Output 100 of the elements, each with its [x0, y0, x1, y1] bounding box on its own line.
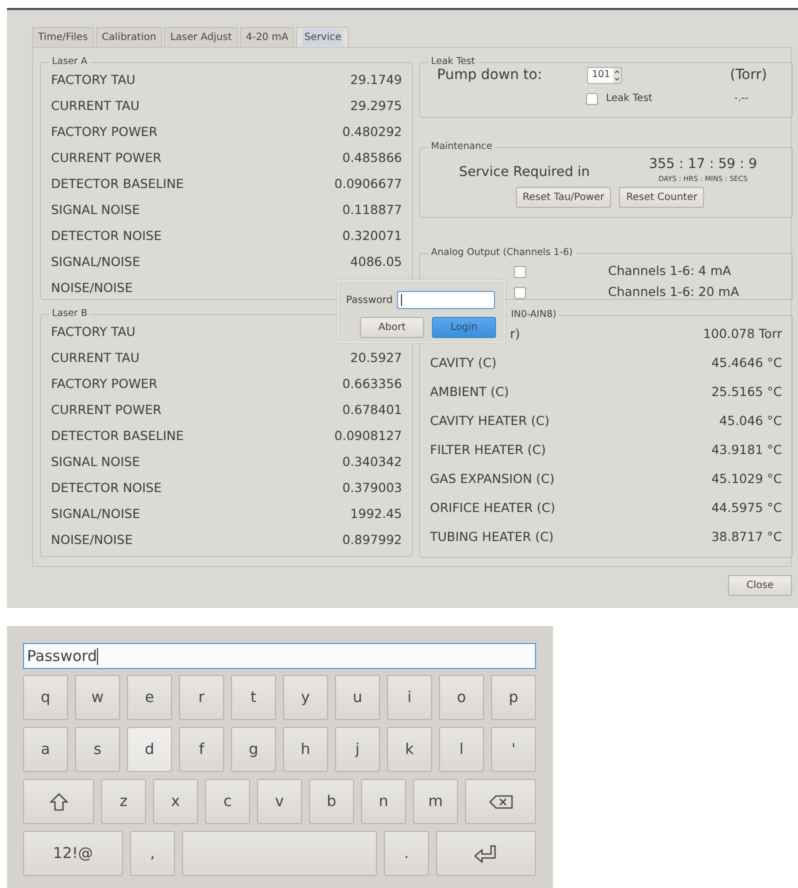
row-value: 0.663356	[342, 374, 402, 393]
key[interactable]: s	[75, 727, 120, 772]
key[interactable]: d	[127, 727, 172, 772]
row-value: 38.8717 °C	[711, 528, 782, 546]
row-value: 0.118877	[342, 200, 402, 219]
dialog-button[interactable]: Abort	[360, 317, 424, 338]
password-label: Password	[346, 294, 393, 308]
key[interactable]: p	[491, 675, 536, 720]
enter-icon	[474, 844, 498, 862]
row-label: AMBIENT (C)	[430, 383, 509, 402]
row-label: CURRENT POWER	[51, 400, 162, 419]
row-value: 44.5975 °C	[711, 499, 782, 518]
reset-button[interactable]: Reset Counter	[619, 186, 704, 208]
key[interactable]	[465, 779, 536, 824]
checkbox[interactable]	[514, 266, 526, 278]
row-label: FACTORY TAU	[51, 70, 136, 89]
option-label: Channels 1-6: 4 mA	[608, 262, 732, 280]
row-value: 0.897992	[342, 530, 402, 549]
row-label: CAVITY HEATER (C)	[430, 412, 550, 430]
row-value: 45.1029 °C	[711, 470, 782, 488]
key[interactable]: j	[335, 727, 380, 772]
backspace-icon	[488, 794, 512, 808]
key[interactable]: ,	[130, 831, 175, 876]
row-value: 4086.05	[350, 252, 402, 271]
row-label: DETECTOR NOISE	[51, 478, 162, 497]
row-value: 0.485866	[342, 148, 402, 167]
row-label: NOISE/NOISE	[51, 530, 133, 549]
key[interactable]: n	[361, 779, 406, 824]
space-key[interactable]	[182, 831, 377, 876]
row-value: 0.340342	[342, 452, 402, 471]
row-label: SIGNAL/NOISE	[51, 504, 140, 523]
unit-label: (Torr)	[730, 66, 767, 84]
row-label: SIGNAL NOISE	[51, 452, 140, 471]
row-label: TUBING HEATER (C)	[430, 528, 554, 546]
row-label: SIGNAL NOISE	[51, 200, 140, 219]
row-value: 0.678401	[342, 400, 402, 419]
key[interactable]: g	[231, 727, 276, 772]
key[interactable]: o	[439, 675, 484, 720]
row-label: DETECTOR BASELINE	[51, 426, 184, 445]
key[interactable]: k	[387, 727, 432, 772]
key[interactable]: m	[413, 779, 458, 824]
maintenance-label: Service Required in	[459, 163, 591, 182]
key[interactable]: a	[23, 727, 68, 772]
row-value: 1992.45	[350, 504, 402, 523]
row-value: 100.078 Torr	[703, 325, 782, 344]
row-value: 45.4646 °C	[711, 354, 782, 372]
key[interactable]: .	[384, 831, 429, 876]
tab[interactable]: Laser Adjust	[164, 27, 238, 47]
key[interactable]: x	[153, 779, 198, 824]
row-label: SIGNAL/NOISE	[51, 252, 140, 271]
row-label: CURRENT TAU	[51, 96, 140, 115]
key[interactable]: e	[127, 675, 172, 720]
close-button[interactable]: Close	[728, 575, 792, 596]
checkbox[interactable]	[514, 286, 526, 298]
row-label: ORIFICE HEATER (C)	[430, 499, 556, 518]
row-value: 0.379003	[342, 478, 402, 497]
reset-button[interactable]: Reset Tau/Power	[516, 186, 612, 208]
row-label: CAVITY (C)	[430, 354, 496, 372]
row-value: 29.2975	[350, 96, 402, 115]
row-value: 25.5165 °C	[711, 383, 782, 402]
row-label: FACTORY POWER	[51, 374, 158, 393]
spinner-arrows-icon[interactable]	[613, 68, 621, 82]
row-value: 29.1749	[350, 70, 402, 89]
key[interactable]: v	[257, 779, 302, 824]
tab[interactable]: Service	[296, 27, 350, 47]
key[interactable]: y	[283, 675, 328, 720]
key[interactable]: l	[439, 727, 484, 772]
tab[interactable]: Time/Files	[32, 27, 94, 47]
key[interactable]: '	[491, 727, 536, 772]
row-label: GAS EXPANSION (C)	[430, 470, 555, 488]
countdown-value: 355 : 17 : 59 : 9	[649, 155, 758, 174]
row-label: FILTER HEATER (C)	[430, 441, 546, 460]
key[interactable]: b	[309, 779, 354, 824]
number-spinner[interactable]: 101	[587, 66, 622, 84]
key[interactable]: i	[387, 675, 432, 720]
key[interactable]: h	[283, 727, 328, 772]
key[interactable]: u	[335, 675, 380, 720]
key[interactable]: f	[179, 727, 224, 772]
row-label: NOISE/NOISE	[51, 278, 133, 297]
key[interactable]: q	[23, 675, 68, 720]
tab[interactable]: Calibration	[96, 27, 162, 47]
group-title: IN0-AIN8)	[508, 309, 560, 321]
key[interactable]: 12!@	[23, 831, 123, 876]
row-value: 43.9181 °C	[711, 441, 782, 460]
key[interactable]: w	[75, 675, 120, 720]
row-value: 0.0908127	[334, 426, 402, 445]
key[interactable]: c	[205, 779, 250, 824]
row-value: 0.320071	[342, 226, 402, 245]
row-label: DETECTOR NOISE	[51, 226, 162, 245]
key[interactable]: t	[231, 675, 276, 720]
row-value: 20.5927	[350, 348, 402, 367]
key[interactable]: r	[179, 675, 224, 720]
row-label: r)	[510, 325, 520, 344]
password-field[interactable]	[396, 291, 495, 309]
row-label: CURRENT POWER	[51, 148, 162, 167]
key[interactable]: z	[101, 779, 146, 824]
text-field[interactable]: Password	[23, 643, 536, 669]
row-label: FACTORY POWER	[51, 122, 158, 141]
checkbox[interactable]	[586, 92, 598, 104]
tab[interactable]: 4-20 mA	[240, 27, 294, 47]
